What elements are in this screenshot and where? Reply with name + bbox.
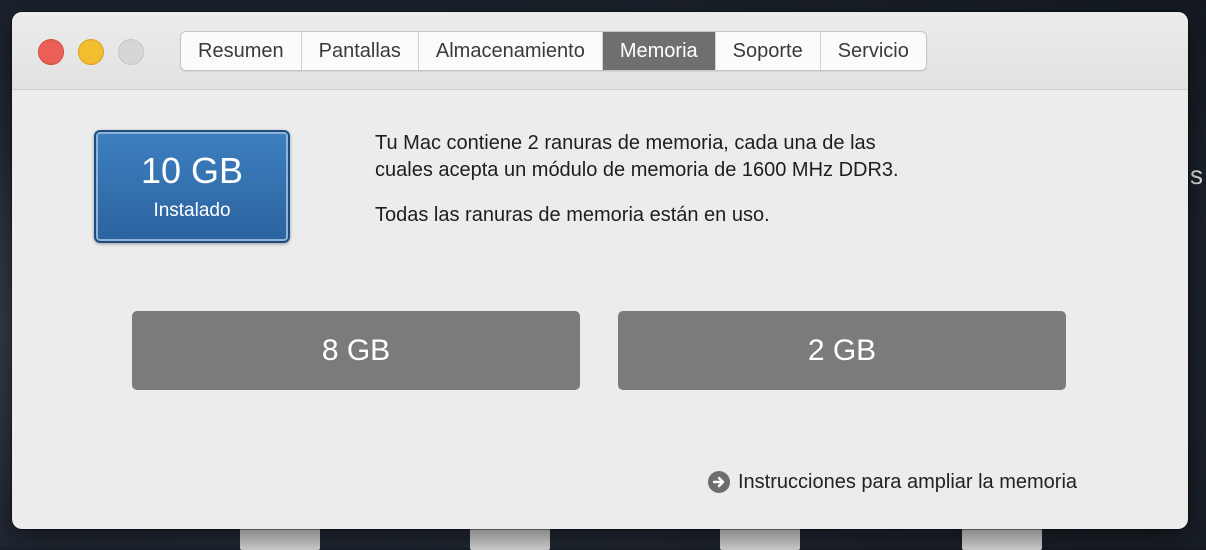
zoom-button[interactable] <box>118 39 144 65</box>
arrow-circle-right-icon <box>708 471 730 493</box>
description-line-1: Tu Mac contiene 2 ranuras de memoria, ca… <box>375 132 876 154</box>
about-this-mac-window: Resumen Pantallas Almacenamiento Memoria… <box>12 12 1188 529</box>
description-line-2: cuales acepta un módulo de memoria de 16… <box>375 159 899 181</box>
title-bar: Resumen Pantallas Almacenamiento Memoria… <box>12 12 1188 90</box>
memory-slot-2: 2 GB <box>618 311 1066 390</box>
tab-bar: Resumen Pantallas Almacenamiento Memoria… <box>180 31 927 71</box>
tab-memoria[interactable]: Memoria <box>602 32 716 70</box>
tab-soporte[interactable]: Soporte <box>716 32 821 70</box>
close-button[interactable] <box>38 39 64 65</box>
minimize-button[interactable] <box>78 39 104 65</box>
installed-memory-size: 10 GB <box>140 150 244 191</box>
tab-resumen[interactable]: Resumen <box>181 32 302 70</box>
desktop-fragment-letter: s <box>1190 160 1203 190</box>
upgrade-instructions-label: Instrucciones para ampliar la memoria <box>738 470 1078 493</box>
tab-almacenamiento[interactable]: Almacenamiento <box>419 32 603 70</box>
tab-pantallas[interactable]: Pantallas <box>302 32 419 70</box>
memory-description: Tu Mac contiene 2 ranuras de memoria, ca… <box>375 130 1075 229</box>
installed-memory-label: Instalado <box>153 200 231 221</box>
upgrade-instructions-link[interactable]: Instrucciones para ampliar la memoria <box>708 467 1077 497</box>
memory-slot-1: 8 GB <box>132 311 580 390</box>
installed-memory-badge: 10 GB Instalado <box>94 130 290 243</box>
slot-status-text: Todas las ranuras de memoria están en us… <box>375 204 770 226</box>
tab-servicio[interactable]: Servicio <box>821 32 926 70</box>
